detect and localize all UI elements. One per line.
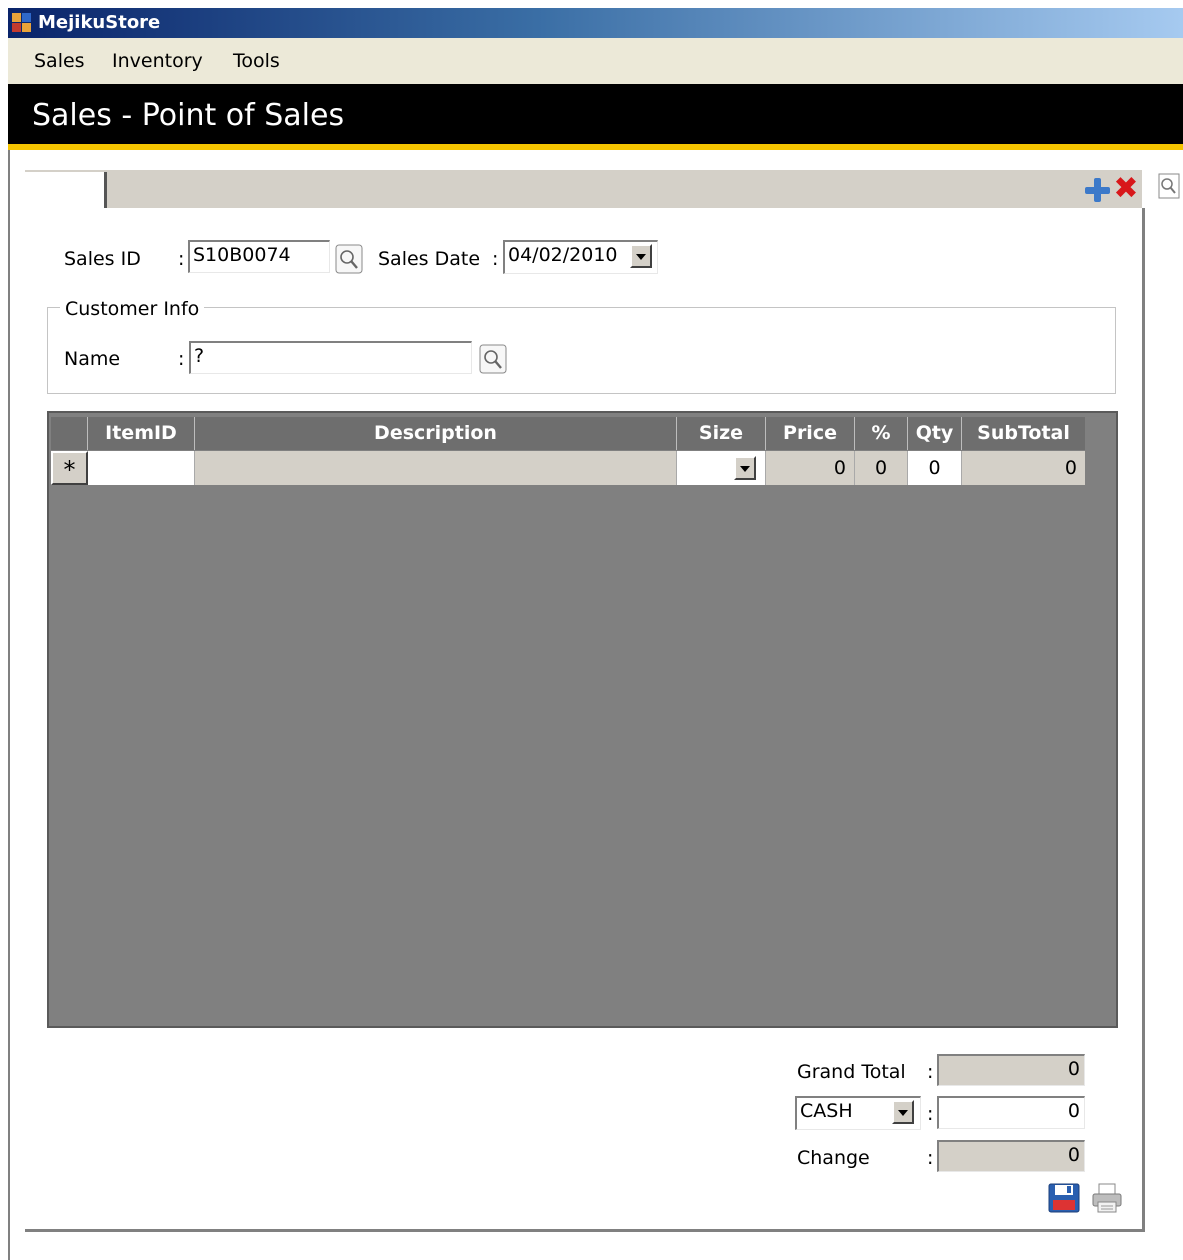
cell-description[interactable]	[195, 451, 677, 485]
change-colon: :	[927, 1147, 934, 1169]
column-header-subtotal[interactable]: SubTotal	[962, 417, 1085, 450]
save-icon[interactable]	[1047, 1182, 1081, 1214]
tab-strip	[25, 170, 1142, 208]
page-title: Sales - Point of Sales	[32, 98, 345, 133]
search-icon[interactable]	[1158, 173, 1180, 199]
column-header-price[interactable]: Price	[766, 417, 855, 450]
payment-method-value: CASH	[800, 1100, 853, 1122]
menu-sales[interactable]: Sales	[34, 48, 85, 74]
payment-amount-input[interactable]: 0	[937, 1096, 1085, 1129]
plus-icon[interactable]	[1083, 176, 1111, 204]
window-titlebar: MejikuStore	[8, 8, 1183, 38]
sales-date-colon: :	[492, 248, 499, 270]
payment-colon: :	[927, 1103, 934, 1125]
name-label: Name	[64, 348, 121, 370]
grand-total-field: 0	[937, 1054, 1085, 1086]
sales-id-label: Sales ID	[64, 248, 141, 270]
search-icon[interactable]	[334, 243, 364, 275]
cell-price[interactable]: 0	[766, 451, 855, 485]
new-row-indicator[interactable]: *	[51, 451, 88, 485]
grand-total-colon: :	[927, 1061, 934, 1083]
menu-tools[interactable]: Tools	[233, 48, 280, 74]
app-icon	[12, 13, 32, 33]
page-header: Sales - Point of Sales	[8, 84, 1183, 144]
sales-items-grid[interactable]	[47, 411, 1118, 1028]
column-header-percent[interactable]: %	[855, 417, 908, 450]
chevron-down-icon[interactable]	[892, 1100, 914, 1124]
column-header-size[interactable]: Size	[677, 417, 766, 450]
search-icon[interactable]	[478, 343, 508, 375]
cell-itemid[interactable]	[88, 451, 195, 485]
name-colon: :	[178, 348, 185, 370]
change-field: 0	[937, 1140, 1085, 1172]
customer-info-label: Customer Info	[60, 296, 205, 322]
sales-id-colon: :	[178, 248, 185, 270]
cell-qty[interactable]: 0	[908, 451, 962, 485]
column-header-qty[interactable]: Qty	[908, 417, 962, 450]
cell-percent[interactable]: 0	[855, 451, 908, 485]
column-header-description[interactable]: Description	[195, 417, 677, 450]
window-title: MejikuStore	[38, 12, 161, 33]
menu-inventory[interactable]: Inventory	[112, 48, 203, 74]
grand-total-label: Grand Total	[797, 1061, 906, 1083]
tab-sales[interactable]	[25, 172, 107, 210]
sales-id-input[interactable]: S10B0074	[188, 240, 330, 273]
chevron-down-icon[interactable]	[734, 456, 756, 480]
column-header-itemid[interactable]: ItemID	[88, 417, 195, 450]
name-input[interactable]: ?	[189, 341, 472, 374]
row-header-corner	[51, 417, 88, 450]
change-label: Change	[797, 1147, 870, 1169]
sales-date-value: 04/02/2010	[508, 244, 618, 266]
menu-bar: Sales Inventory Tools	[8, 38, 1183, 84]
x-icon[interactable]: ✖	[1112, 174, 1140, 204]
sales-date-label: Sales Date	[378, 248, 481, 270]
chevron-down-icon[interactable]	[630, 244, 652, 268]
printer-icon[interactable]	[1090, 1182, 1124, 1214]
cell-subtotal[interactable]: 0	[962, 451, 1085, 485]
